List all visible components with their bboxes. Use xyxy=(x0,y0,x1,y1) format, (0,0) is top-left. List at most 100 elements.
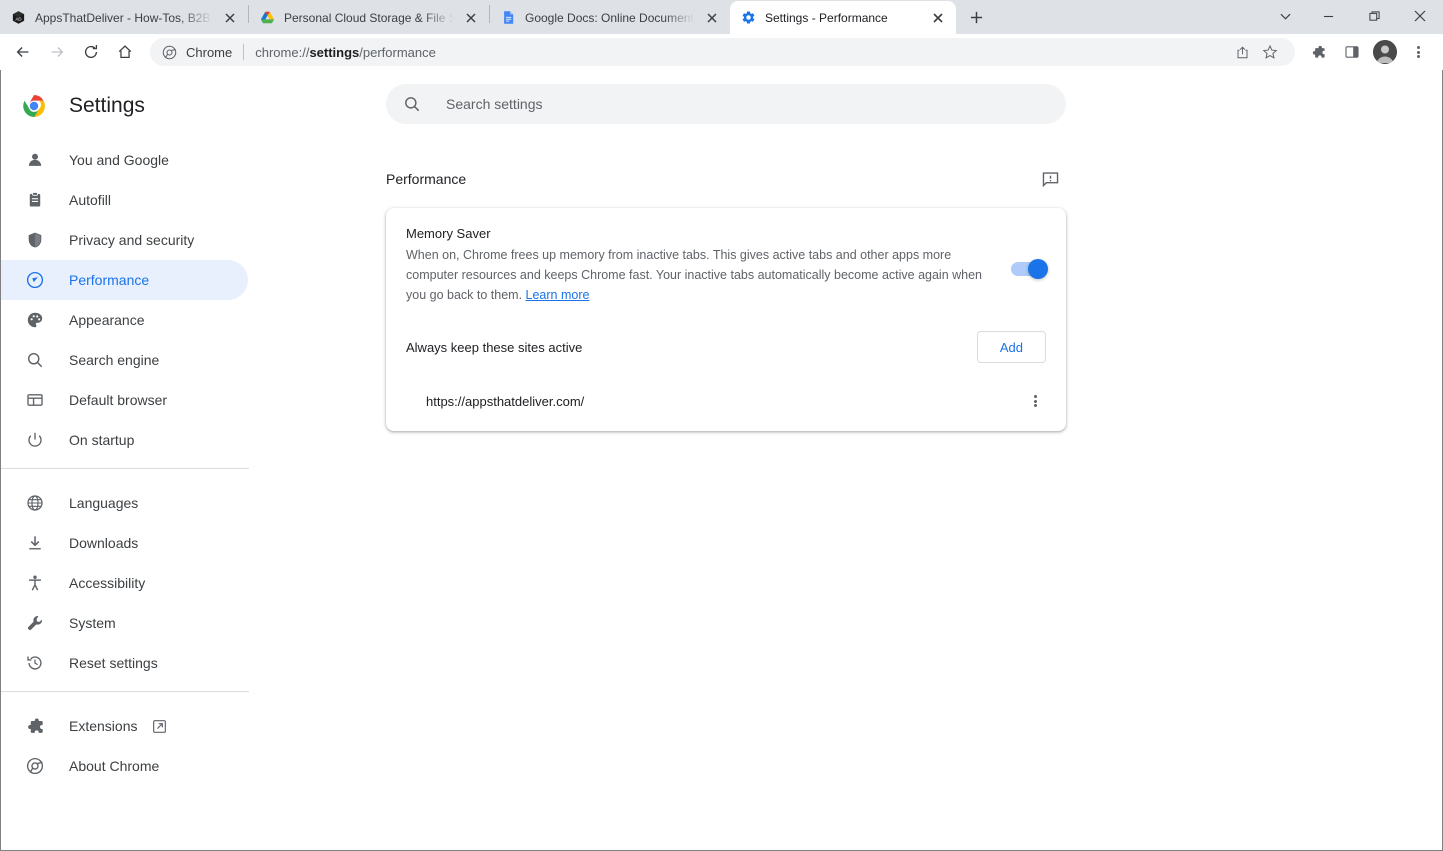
sidebar-item-label: On startup xyxy=(69,432,134,448)
sidebar-divider xyxy=(1,468,249,469)
address-bar[interactable]: Chrome chrome://settings/performance xyxy=(150,38,1295,66)
bookmark-star-icon[interactable] xyxy=(1257,39,1283,65)
sidebar-item-label: Autofill xyxy=(69,192,111,208)
sidebar-item-you-and-google[interactable]: You and Google xyxy=(1,140,248,180)
side-panel-icon[interactable] xyxy=(1337,37,1367,67)
sidebar-item-default-browser[interactable]: Default browser xyxy=(1,380,248,420)
sidebar-item-label: Privacy and security xyxy=(69,232,194,248)
search-icon xyxy=(25,350,45,370)
tab-strip: AD AppsThatDeliver - How-Tos, B2B Person… xyxy=(0,0,1443,34)
shield-icon xyxy=(25,230,45,250)
sidebar-item-system[interactable]: System xyxy=(1,603,248,643)
sidebar-item-accessibility[interactable]: Accessibility xyxy=(1,563,248,603)
sidebar-item-appearance[interactable]: Appearance xyxy=(1,300,248,340)
extensions-puzzle-icon[interactable] xyxy=(1303,37,1333,67)
tab-title: Personal Cloud Storage & File Sh xyxy=(284,11,457,25)
svg-text:AD: AD xyxy=(15,17,21,22)
download-icon xyxy=(25,533,45,553)
memory-saver-description: When on, Chrome frees up memory from ina… xyxy=(406,245,984,305)
google-drive-icon xyxy=(259,10,275,26)
chrome-outline-icon xyxy=(161,44,177,60)
sidebar-item-label: Extensions xyxy=(69,718,137,734)
power-icon xyxy=(25,430,45,450)
browser-toolbar: Chrome chrome://settings/performance xyxy=(0,34,1443,70)
sidebar-item-about-chrome[interactable]: About Chrome xyxy=(1,746,248,786)
profile-avatar[interactable] xyxy=(1373,40,1397,64)
sidebar-item-label: Reset settings xyxy=(69,655,158,671)
memory-saver-toggle[interactable] xyxy=(1011,262,1045,276)
sidebar-divider-2 xyxy=(1,691,249,692)
omnibox-actions xyxy=(1229,39,1283,65)
clipboard-icon xyxy=(25,190,45,210)
share-icon[interactable] xyxy=(1229,39,1255,65)
palette-icon xyxy=(25,310,45,330)
history-restore-icon xyxy=(25,653,45,673)
person-icon xyxy=(25,150,45,170)
tab-close-icon[interactable] xyxy=(461,8,481,28)
toggle-knob xyxy=(1028,259,1048,279)
site-url: https://appsthatdeliver.com/ xyxy=(426,394,584,409)
tab-settings-performance[interactable]: Settings - Performance xyxy=(730,1,956,34)
maximize-icon[interactable] xyxy=(1351,0,1397,32)
memory-saver-card: Memory Saver When on, Chrome frees up me… xyxy=(386,208,1066,431)
sidebar-item-downloads[interactable]: Downloads xyxy=(1,523,248,563)
always-active-sites-row: Always keep these sites active Add xyxy=(406,321,1046,373)
sidebar-item-autofill[interactable]: Autofill xyxy=(1,180,248,220)
tab-search-chevron-down-icon[interactable] xyxy=(1265,0,1305,32)
search-input[interactable] xyxy=(446,96,1066,112)
wrench-icon xyxy=(25,613,45,633)
reload-icon[interactable] xyxy=(76,37,106,67)
more-vertical-icon[interactable] xyxy=(1021,387,1049,415)
sidebar-item-label: Default browser xyxy=(69,392,167,408)
sidebar-item-label: Accessibility xyxy=(69,575,145,591)
home-icon[interactable] xyxy=(110,37,140,67)
tab-close-icon[interactable] xyxy=(928,8,948,28)
description-text: When on, Chrome frees up memory from ina… xyxy=(406,248,982,302)
learn-more-link[interactable]: Learn more xyxy=(526,288,590,302)
tab-appsthatdeliver[interactable]: AD AppsThatDeliver - How-Tos, B2B xyxy=(0,1,248,34)
url-prefix: chrome:// xyxy=(255,45,309,60)
url-bold: settings xyxy=(309,45,359,60)
sidebar-item-languages[interactable]: Languages xyxy=(1,483,248,523)
site-list-item: https://appsthatdeliver.com/ xyxy=(406,373,1046,431)
sidebar-group-3: Extensions xyxy=(1,700,248,786)
accessibility-person-icon xyxy=(25,573,45,593)
external-link-icon xyxy=(151,718,167,734)
settings-sidebar: Settings You and Google xyxy=(1,70,248,850)
minimize-icon[interactable] xyxy=(1305,0,1351,32)
sidebar-item-reset-settings[interactable]: Reset settings xyxy=(1,643,248,683)
sidebar-item-performance[interactable]: Performance xyxy=(1,260,248,300)
sidebar-item-extensions[interactable]: Extensions xyxy=(1,706,248,746)
omnibox-url: chrome://settings/performance xyxy=(255,45,436,60)
close-icon[interactable] xyxy=(1397,0,1443,32)
omnibox-chip-label: Chrome xyxy=(186,45,232,60)
tab-close-icon[interactable] xyxy=(220,8,240,28)
search-settings-bar[interactable] xyxy=(386,84,1066,124)
sidebar-item-label: Performance xyxy=(69,272,149,288)
sidebar-item-on-startup[interactable]: On startup xyxy=(1,420,248,460)
send-feedback-icon[interactable] xyxy=(1034,163,1066,195)
sidebar-item-label: System xyxy=(69,615,116,631)
chrome-outline-icon xyxy=(25,756,45,776)
settings-main: Performance Memory Saver When on, Chrome… xyxy=(248,70,1442,850)
new-tab-button[interactable] xyxy=(962,3,990,31)
forward-arrow-icon[interactable] xyxy=(42,37,72,67)
window-controls xyxy=(1265,0,1443,34)
sidebar-item-privacy-and-security[interactable]: Privacy and security xyxy=(1,220,248,260)
sidebar-item-search-engine[interactable]: Search engine xyxy=(1,340,248,380)
tab-close-icon[interactable] xyxy=(702,8,722,28)
browser-window-icon xyxy=(25,390,45,410)
page-title: Settings xyxy=(69,94,145,118)
sidebar-group-2: Languages Downloads xyxy=(1,477,248,683)
tab-google-docs[interactable]: Google Docs: Online Document E xyxy=(490,1,730,34)
always-active-sites-label: Always keep these sites active xyxy=(406,340,582,355)
chrome-menu-icon[interactable] xyxy=(1403,37,1433,67)
add-site-button[interactable]: Add xyxy=(977,331,1046,363)
tab-google-drive[interactable]: Personal Cloud Storage & File Sh xyxy=(249,1,489,34)
sidebar-item-label: Downloads xyxy=(69,535,138,551)
url-suffix: /performance xyxy=(359,45,436,60)
back-arrow-icon[interactable] xyxy=(8,37,38,67)
sidebar-item-label: About Chrome xyxy=(69,758,159,774)
memory-saver-text: Memory Saver When on, Chrome frees up me… xyxy=(406,226,1011,305)
memory-saver-row: Memory Saver When on, Chrome frees up me… xyxy=(406,208,1046,321)
